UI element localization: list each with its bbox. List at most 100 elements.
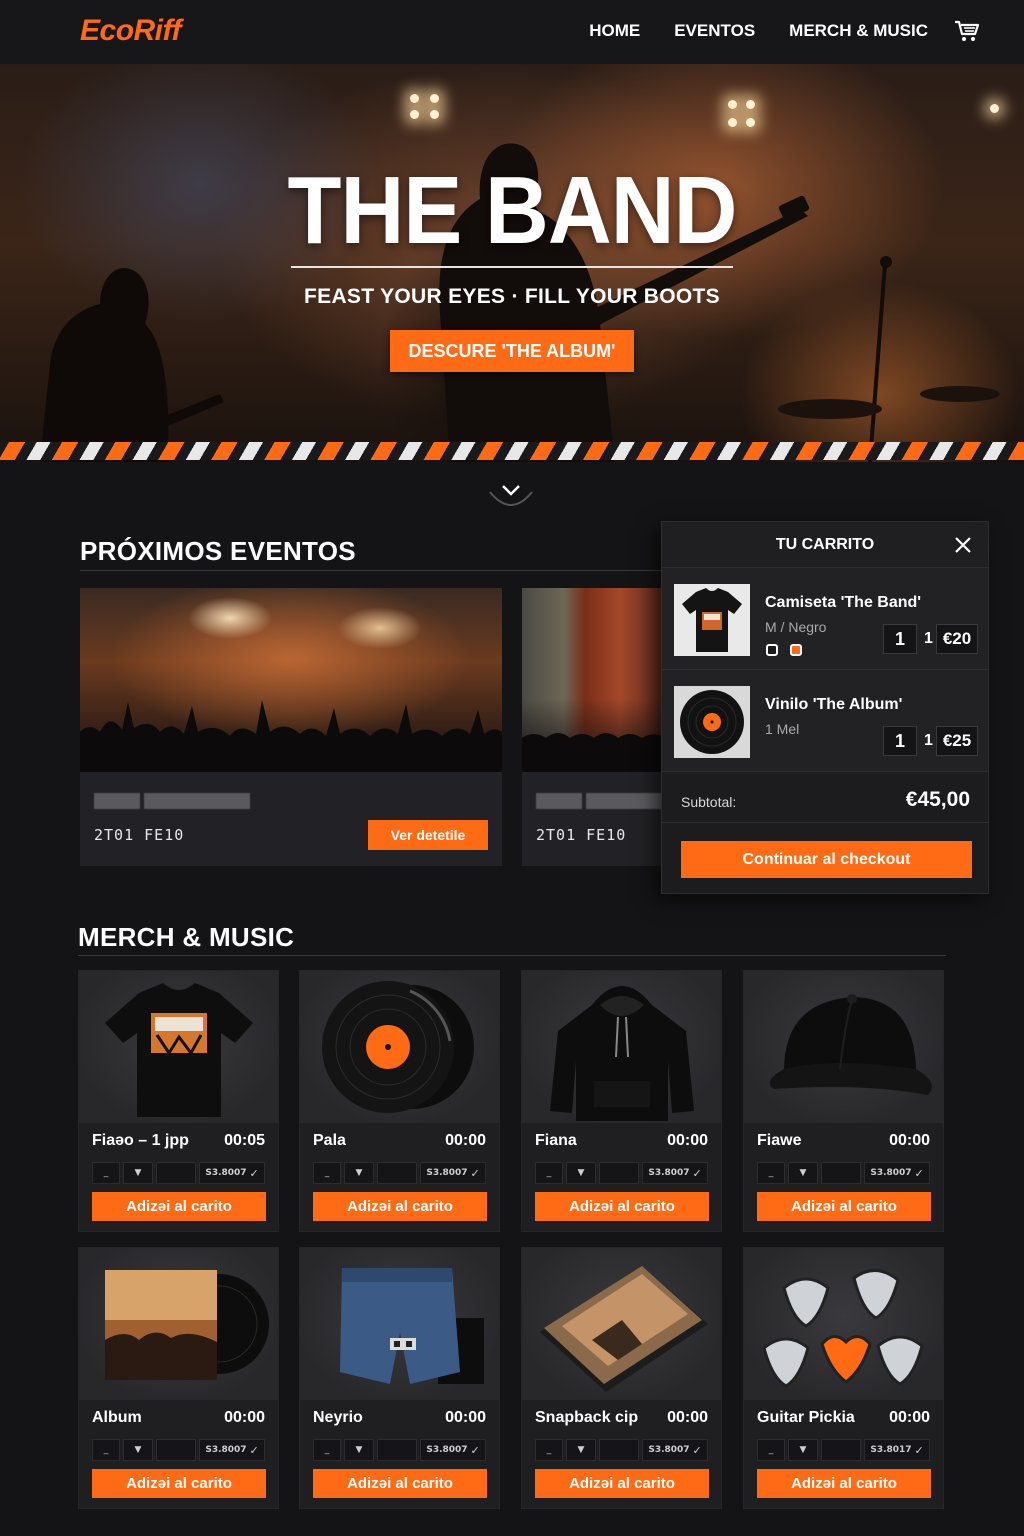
quantity-field[interactable]: 1 <box>883 624 917 654</box>
product-card[interactable]: Fiaəo – 1 jpp 00:05 _ ▼ S3.8007 ✓ Adizəi… <box>78 970 279 1232</box>
option-select[interactable]: S3.8007 ✓ <box>420 1439 486 1461</box>
chevron-down-icon[interactable]: ▼ <box>344 1162 374 1184</box>
option-select[interactable]: S3.8007 ✓ <box>864 1162 930 1184</box>
product-price: 00:00 <box>224 1409 265 1426</box>
product-card[interactable]: Fiana 00:00 _ ▼ S3.8007 ✓ Adizəi al cari… <box>521 970 722 1232</box>
add-to-cart-button[interactable]: Adizəi al carito <box>757 1192 931 1221</box>
hazard-stripe <box>0 442 1024 460</box>
option-blank[interactable] <box>599 1439 639 1461</box>
chevron-down-icon[interactable]: ▼ <box>788 1439 818 1461</box>
crowd-silhouette <box>522 733 662 772</box>
cart-header: TU CARRITO <box>662 522 988 568</box>
product-price: 00:05 <box>224 1132 265 1149</box>
option-blank[interactable] <box>821 1439 861 1461</box>
event-meta-redacted <box>586 793 662 809</box>
event-meta-redacted <box>94 793 140 809</box>
cart-item-name: Vinilo 'The Album' <box>765 696 903 713</box>
add-to-cart-button[interactable]: Adizəi al carito <box>757 1469 931 1498</box>
chevron-down-icon[interactable]: ▼ <box>123 1439 153 1461</box>
option-qty[interactable]: _ <box>92 1439 120 1461</box>
option-qty[interactable]: _ <box>757 1162 785 1184</box>
nav-link-home[interactable]: HOME <box>589 21 640 41</box>
product-name: Pala <box>313 1132 346 1149</box>
guitar-picks-icon <box>744 1248 943 1400</box>
vinyl-icon <box>674 686 750 758</box>
event-card[interactable]: 2T01 FE10 <box>522 588 662 866</box>
option-blank[interactable] <box>599 1162 639 1184</box>
product-price: 00:00 <box>889 1409 930 1426</box>
product-options: _ ▼ S3.8007 ✓ <box>313 1162 486 1184</box>
cart-item-price: €20 <box>936 624 978 654</box>
product-name: Neyrio <box>313 1409 363 1426</box>
cart-icon[interactable] <box>954 20 980 42</box>
product-card[interactable]: Neyrio 00:00 _ ▼ S3.8007 ✓ Adizəi al car… <box>299 1247 500 1509</box>
option-select[interactable]: S3.8007 ✓ <box>199 1162 265 1184</box>
option-select[interactable]: S3.8007 ✓ <box>642 1439 708 1461</box>
quantity-separator: 1 <box>924 630 933 647</box>
chevron-down-icon[interactable]: ▼ <box>123 1162 153 1184</box>
event-details-button[interactable]: Ver detetile <box>368 820 488 850</box>
option-blank[interactable] <box>377 1162 417 1184</box>
option-select[interactable]: S3.8007 ✓ <box>642 1162 708 1184</box>
option-qty[interactable]: _ <box>535 1162 563 1184</box>
add-to-cart-button[interactable]: Adizəi al carito <box>535 1192 709 1221</box>
option-select[interactable]: S3.8007 ✓ <box>199 1439 265 1461</box>
product-options: _ ▼ S3.8007 ✓ <box>313 1439 486 1461</box>
product-price: 00:00 <box>667 1409 708 1426</box>
cart-item-variant: M / Negro <box>765 619 827 635</box>
chevron-down-icon[interactable]: ▼ <box>788 1162 818 1184</box>
product-options: _ ▼ S3.8007 ✓ <box>92 1162 265 1184</box>
event-date: 2T01 FE10 <box>94 826 185 844</box>
add-to-cart-button[interactable]: Adizəi al carito <box>92 1192 266 1221</box>
product-name: Fiawe <box>757 1132 802 1149</box>
hero-title: THE BAND <box>287 157 738 264</box>
option-select[interactable]: S3.8007 ✓ <box>420 1162 486 1184</box>
logo[interactable]: EcoRiff <box>80 14 181 48</box>
chevron-down-icon[interactable]: ▼ <box>344 1439 374 1461</box>
option-blank[interactable] <box>377 1439 417 1461</box>
product-card[interactable]: Guitar Pickia 00:00 _ ▼ S3.8017 ✓ Adizəi… <box>743 1247 944 1509</box>
cart-panel: TU CARRITO Camiseta 'The Band' M / Negro… <box>661 521 989 894</box>
quantity-field[interactable]: 1 <box>883 726 917 756</box>
add-to-cart-button[interactable]: Adizəi al carito <box>92 1469 266 1498</box>
add-to-cart-button[interactable]: Adizəi al carito <box>313 1469 487 1498</box>
option-qty[interactable]: _ <box>535 1439 563 1461</box>
tshirt-icon <box>79 971 278 1123</box>
add-to-cart-button[interactable]: Adizəi al carito <box>313 1192 487 1221</box>
option-select[interactable]: S3.8017 ✓ <box>864 1439 930 1461</box>
swatch-black[interactable] <box>766 644 778 656</box>
product-price: 00:00 <box>445 1132 486 1149</box>
nav-link-merch[interactable]: MERCH & MUSIC <box>789 21 928 41</box>
checkout-button[interactable]: Continuar al checkout <box>681 841 972 878</box>
option-blank[interactable] <box>821 1162 861 1184</box>
cart-title: TU CARRITO <box>775 536 875 553</box>
event-card[interactable]: 2T01 FE10 Ver detetile <box>80 588 502 866</box>
option-qty[interactable]: _ <box>757 1439 785 1461</box>
close-icon[interactable] <box>952 534 974 556</box>
subtotal-value: €45,00 <box>905 788 970 811</box>
chevron-down-icon[interactable] <box>486 478 536 510</box>
option-blank[interactable] <box>156 1439 196 1461</box>
cart-item-name: Camiseta 'The Band' <box>765 594 922 611</box>
option-qty[interactable]: _ <box>92 1162 120 1184</box>
nav-link-eventos[interactable]: EVENTOS <box>674 21 755 41</box>
product-card[interactable]: Album 00:00 _ ▼ S3.8007 ✓ Adizəi al cari… <box>78 1247 279 1509</box>
option-qty[interactable]: _ <box>313 1162 341 1184</box>
product-card[interactable]: Pala 00:00 _ ▼ S3.8007 ✓ Adizəi al carit… <box>299 970 500 1232</box>
product-card[interactable]: Fiawe 00:00 _ ▼ S3.8007 ✓ Adizəi al cari… <box>743 970 944 1232</box>
chevron-down-icon[interactable]: ▼ <box>566 1162 596 1184</box>
product-card[interactable]: Snapback cip 00:00 _ ▼ S3.8007 ✓ Adizəi … <box>521 1247 722 1509</box>
product-price: 00:00 <box>667 1132 708 1149</box>
event-image <box>80 588 502 772</box>
quantity-separator: 1 <box>924 732 933 749</box>
add-to-cart-button[interactable]: Adizəi al carito <box>535 1469 709 1498</box>
option-qty[interactable]: _ <box>313 1439 341 1461</box>
product-price: 00:00 <box>889 1132 930 1149</box>
swatch-orange[interactable] <box>790 644 802 656</box>
cart-item: Vinilo 'The Album' 1 Mel 1 1 €25 <box>662 670 988 772</box>
product-name: Snapback cip <box>535 1409 639 1426</box>
hero-divider <box>291 266 733 268</box>
option-blank[interactable] <box>156 1162 196 1184</box>
hero-cta-button[interactable]: DESCURE 'THE ALBUM' <box>390 330 634 372</box>
chevron-down-icon[interactable]: ▼ <box>566 1439 596 1461</box>
